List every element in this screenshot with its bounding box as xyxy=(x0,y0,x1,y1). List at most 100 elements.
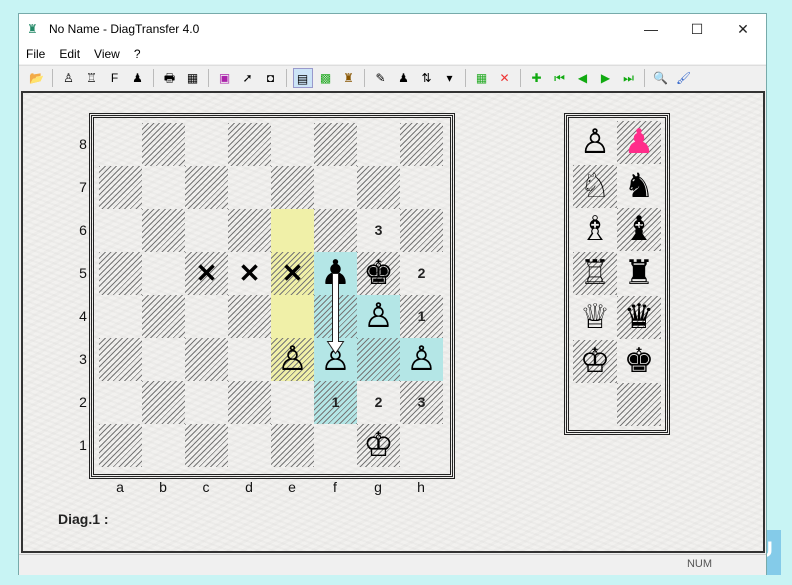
last-button[interactable]: ⏭ xyxy=(619,68,639,88)
copy-diagram-button[interactable]: ♙ xyxy=(59,68,79,88)
square-f5[interactable]: ♟ xyxy=(314,252,357,295)
square-c2[interactable] xyxy=(185,381,228,424)
square-a7[interactable] xyxy=(99,166,142,209)
add-button[interactable]: ✚ xyxy=(527,68,547,88)
square-c5[interactable]: ✕ xyxy=(185,252,228,295)
square-c1[interactable] xyxy=(185,424,228,467)
palette-slot[interactable]: ♛ xyxy=(617,295,661,339)
first-button[interactable]: ⏮ xyxy=(550,68,570,88)
menu-view[interactable]: View xyxy=(87,44,127,64)
square-e1[interactable] xyxy=(271,424,314,467)
square-e3[interactable]: ♙ xyxy=(271,338,314,381)
square-f2[interactable]: 1 xyxy=(314,381,357,424)
square-a6[interactable] xyxy=(99,209,142,252)
square-d2[interactable] xyxy=(228,381,271,424)
square-b4[interactable] xyxy=(142,295,185,338)
print-grid-button[interactable]: ▦ xyxy=(183,68,203,88)
square-f8[interactable] xyxy=(314,123,357,166)
square-g3[interactable] xyxy=(357,338,400,381)
minimize-button[interactable]: — xyxy=(628,14,674,44)
square-f1[interactable] xyxy=(314,424,357,467)
square-b8[interactable] xyxy=(142,123,185,166)
palette-slot[interactable] xyxy=(617,383,661,427)
square-b2[interactable] xyxy=(142,381,185,424)
delete-button[interactable]: ✕ xyxy=(495,68,515,88)
color-button[interactable]: ▣ xyxy=(215,68,235,88)
square-c3[interactable] xyxy=(185,338,228,381)
palette-slot[interactable] xyxy=(573,383,617,426)
chess-board[interactable]: 3 ✕ ✕ ✕ ♟ ♚ 2 ♙ 1 ♙ ♙ ♙ 1 2 3 ♔ xyxy=(99,123,443,467)
new-board-button[interactable]: ▦ xyxy=(472,68,492,88)
palette-slot[interactable]: ♔ xyxy=(573,339,617,383)
palette-slot[interactable]: ♕ xyxy=(573,296,617,339)
piece-palette[interactable]: ♙ ♟ ♘ ♞ ♗ ♝ ♖ ♜ ♕ ♛ ♔ ♚ xyxy=(573,121,661,427)
menu-help[interactable]: ? xyxy=(127,44,148,64)
copy-diagram-2-button[interactable]: ♖ xyxy=(82,68,102,88)
square-c7[interactable] xyxy=(185,166,228,209)
square-h2[interactable]: 3 xyxy=(400,381,443,424)
open-folder-button[interactable]: 📂 xyxy=(27,68,47,88)
pen-button[interactable]: ✎ xyxy=(371,68,391,88)
square-h8[interactable] xyxy=(400,123,443,166)
square-c8[interactable] xyxy=(185,123,228,166)
square-f6[interactable] xyxy=(314,209,357,252)
square-e8[interactable] xyxy=(271,123,314,166)
square-a8[interactable] xyxy=(99,123,142,166)
square-d7[interactable] xyxy=(228,166,271,209)
square-h6[interactable] xyxy=(400,209,443,252)
zoom-search-button[interactable]: 🔍 xyxy=(651,68,671,88)
square-h4[interactable]: 1 xyxy=(400,295,443,338)
palette-slot[interactable]: ♟ xyxy=(617,121,661,164)
square-g5[interactable]: ♚ xyxy=(357,252,400,295)
palette-slot[interactable]: ♗ xyxy=(573,208,617,251)
square-g2[interactable]: 2 xyxy=(357,381,400,424)
square-f3[interactable]: ♙ xyxy=(314,338,357,381)
square-c6[interactable] xyxy=(185,209,228,252)
square-b6[interactable] xyxy=(142,209,185,252)
square-a5[interactable] xyxy=(99,252,142,295)
square-a3[interactable] xyxy=(99,338,142,381)
menu-file[interactable]: File xyxy=(19,44,52,64)
square-e5[interactable]: ✕ xyxy=(271,252,314,295)
square-e2[interactable] xyxy=(271,381,314,424)
square-b7[interactable] xyxy=(142,166,185,209)
square-g4[interactable]: ♙ xyxy=(357,295,400,338)
square-f7[interactable] xyxy=(314,166,357,209)
square-e7[interactable] xyxy=(271,166,314,209)
palette-slot[interactable]: ♙ xyxy=(573,121,617,164)
square-d4[interactable] xyxy=(228,295,271,338)
square-b1[interactable] xyxy=(142,424,185,467)
highlight-squares-button[interactable]: ▤ xyxy=(292,68,313,88)
close-button[interactable]: ✕ xyxy=(720,14,766,44)
menu-edit[interactable]: Edit xyxy=(52,44,87,64)
square-a1[interactable] xyxy=(99,424,142,467)
square-h7[interactable] xyxy=(400,166,443,209)
draw-arrow-button[interactable]: ➚ xyxy=(238,68,258,88)
prev-button[interactable]: ◀ xyxy=(573,68,593,88)
square-b3[interactable] xyxy=(142,338,185,381)
square-h1[interactable] xyxy=(400,424,443,467)
square-d8[interactable] xyxy=(228,123,271,166)
flip-arrows-button[interactable]: ⇅ xyxy=(417,68,437,88)
square-h5[interactable]: 2 xyxy=(400,252,443,295)
clean-brush-button[interactable]: 🖌 xyxy=(674,68,694,88)
square-g8[interactable] xyxy=(357,123,400,166)
paste-button[interactable]: ♟ xyxy=(128,68,148,88)
square-d1[interactable] xyxy=(228,424,271,467)
square-f4[interactable] xyxy=(314,295,357,338)
piece-set-button[interactable]: ♜ xyxy=(339,68,359,88)
palette-slot[interactable]: ♖ xyxy=(573,252,617,296)
dropdown-button[interactable]: ▾ xyxy=(440,68,460,88)
square-g7[interactable] xyxy=(357,166,400,209)
square-d5[interactable]: ✕ xyxy=(228,252,271,295)
square-g1[interactable]: ♔ xyxy=(357,424,400,467)
square-a2[interactable] xyxy=(99,381,142,424)
palette-slot[interactable]: ♞ xyxy=(617,165,661,208)
maximize-button[interactable]: ☐ xyxy=(674,14,720,44)
copy-fen-button[interactable]: F xyxy=(105,68,125,88)
next-button[interactable]: ▶ xyxy=(596,68,616,88)
palette-slot[interactable]: ♝ xyxy=(617,208,661,252)
square-e6[interactable] xyxy=(271,209,314,252)
palette-slot[interactable]: ♘ xyxy=(573,164,617,208)
border-button[interactable]: ◘ xyxy=(261,68,281,88)
